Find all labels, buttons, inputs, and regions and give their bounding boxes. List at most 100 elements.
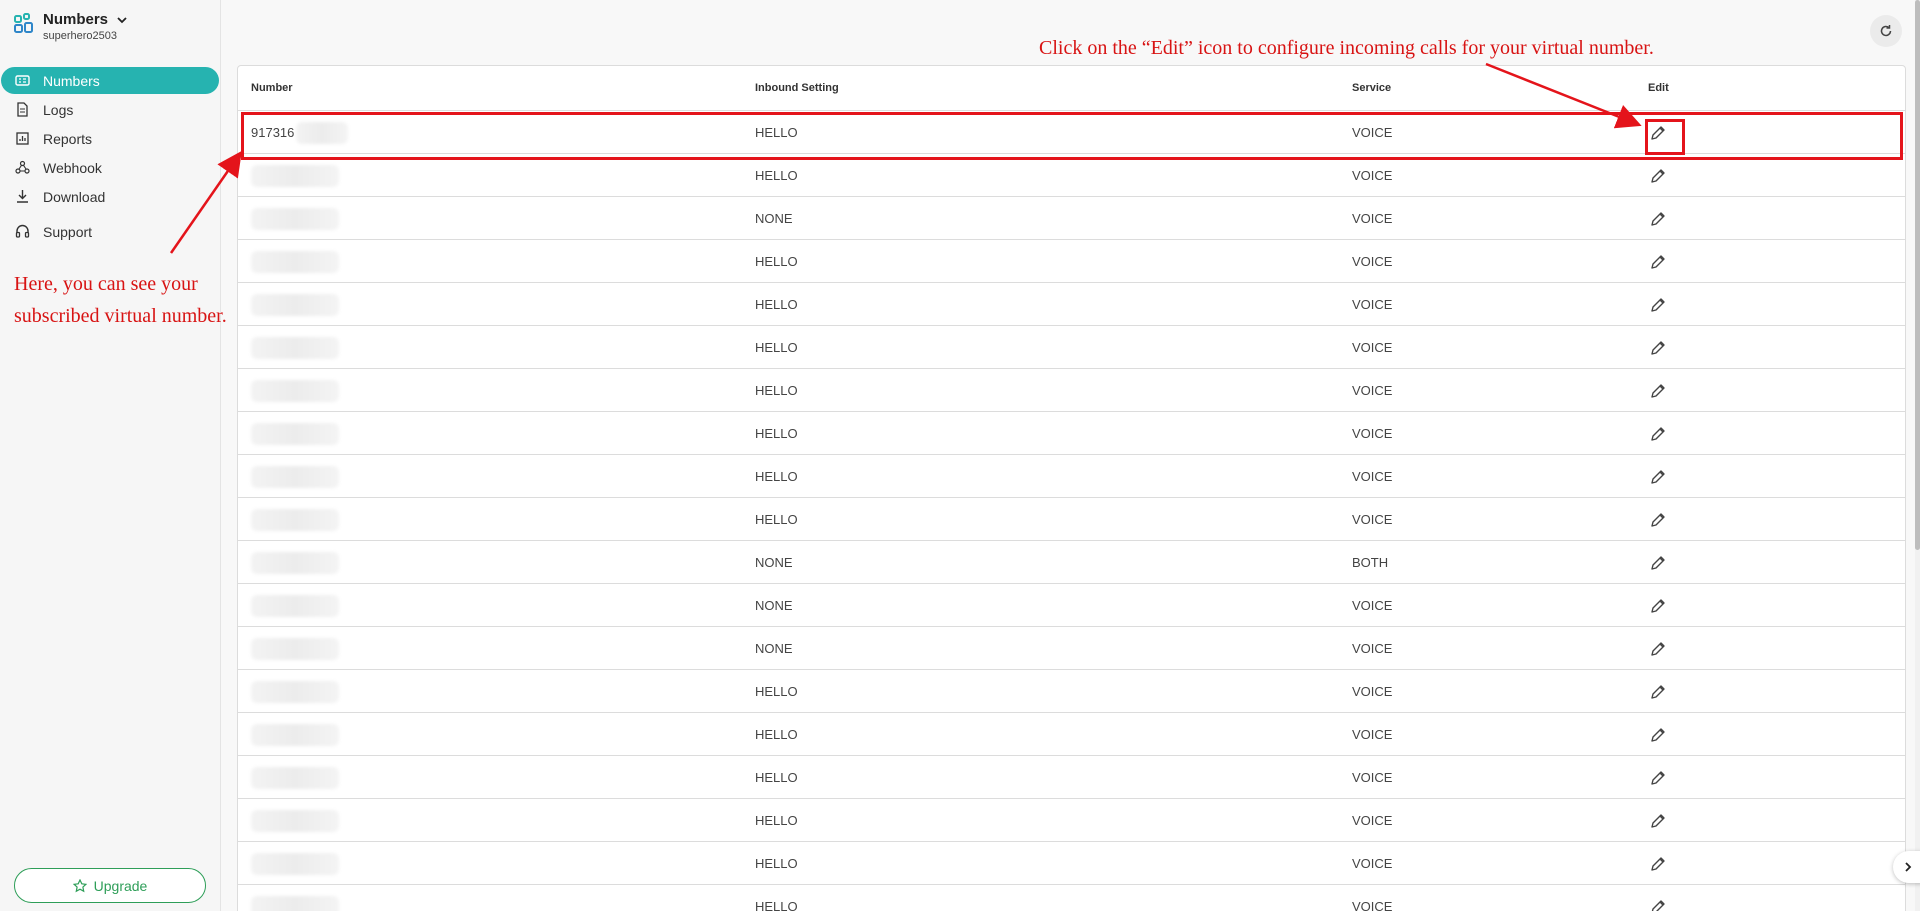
inbound-setting-cell: HELLO [755, 469, 798, 484]
sidebar-item-label: Download [43, 188, 106, 205]
brand-switcher[interactable]: Numbers superhero2503 [14, 11, 128, 42]
edit-hint-annotation: Click on the “Edit” icon to configure in… [1039, 37, 1654, 59]
edit-button[interactable] [1642, 842, 1674, 885]
service-cell: VOICE [1352, 813, 1393, 828]
table-row: HELLO VOICE [238, 240, 1905, 283]
number-cell [251, 670, 339, 713]
pencil-edit-icon [1651, 426, 1665, 441]
edit-button[interactable] [1642, 627, 1674, 670]
app-logo-icon [14, 13, 33, 33]
table-row: 917316 HELLO VOICE [238, 111, 1905, 154]
number-cell [251, 498, 339, 541]
edit-button[interactable] [1642, 111, 1674, 154]
table-row: HELLO VOICE [238, 670, 1905, 713]
sidebar-item-download[interactable]: Download [1, 183, 220, 210]
number-cell [251, 885, 339, 911]
column-header-inbound-setting: Inbound Setting [755, 82, 839, 94]
edit-button[interactable] [1642, 240, 1674, 283]
sidebar-nav: Numbers Logs Reports Webhook Download Su… [0, 67, 221, 247]
table-row: HELLO VOICE [238, 326, 1905, 369]
sidebar-item-label: Webhook [43, 159, 102, 176]
expand-panel-button[interactable] [1893, 851, 1920, 883]
pencil-edit-icon [1651, 168, 1665, 183]
pencil-edit-icon [1651, 727, 1665, 742]
edit-button[interactable] [1642, 799, 1674, 842]
service-cell: BOTH [1352, 555, 1389, 570]
table-header: Number Inbound Setting Service Edit [238, 66, 1905, 111]
table-row: HELLO VOICE [238, 713, 1905, 756]
edit-button[interactable] [1642, 541, 1674, 584]
refresh-button[interactable] [1870, 15, 1902, 47]
upgrade-button[interactable]: Upgrade [14, 868, 206, 903]
pencil-edit-icon [1651, 856, 1665, 871]
redacted-number [251, 465, 339, 488]
edit-button[interactable] [1642, 498, 1674, 541]
pencil-edit-icon [1651, 813, 1665, 828]
pencil-edit-icon [1651, 469, 1665, 484]
sidebar-item-logs[interactable]: Logs [1, 96, 220, 123]
number-cell [251, 627, 339, 670]
service-cell: VOICE [1352, 469, 1393, 484]
webhook-icon [15, 160, 30, 175]
sidebar-item-webhook[interactable]: Webhook [1, 154, 220, 181]
edit-button[interactable] [1642, 584, 1674, 627]
upgrade-label: Upgrade [93, 877, 148, 894]
inbound-setting-cell: HELLO [755, 254, 798, 269]
sidebar-item-reports[interactable]: Reports [1, 125, 220, 152]
edit-button[interactable] [1642, 412, 1674, 455]
inbound-setting-cell: HELLO [755, 899, 798, 911]
sidebar-item-support[interactable]: Support [1, 218, 220, 245]
redacted-number [251, 422, 339, 445]
pencil-edit-icon [1651, 684, 1665, 699]
number-cell [251, 455, 339, 498]
column-header-edit: Edit [1648, 82, 1669, 94]
service-cell: VOICE [1352, 254, 1393, 269]
table-row: HELLO VOICE [238, 842, 1905, 885]
brand-title: Numbers [43, 11, 109, 28]
table-row: HELLO VOICE [238, 455, 1905, 498]
redacted-number [251, 637, 339, 660]
pencil-edit-icon [1651, 555, 1665, 570]
table-row: HELLO VOICE [238, 154, 1905, 197]
table-row: HELLO VOICE [238, 498, 1905, 541]
edit-button[interactable] [1642, 670, 1674, 713]
download-icon [15, 189, 30, 204]
number-value: 917316 [251, 125, 295, 140]
inbound-setting-cell: HELLO [755, 340, 798, 355]
inbound-setting-cell: NONE [755, 641, 793, 656]
edit-button[interactable] [1642, 713, 1674, 756]
inbound-setting-cell: HELLO [755, 512, 798, 527]
pencil-edit-icon [1651, 899, 1665, 911]
numbers-table: Number Inbound Setting Service Edit 9173… [237, 65, 1906, 911]
table-row: NONE VOICE [238, 197, 1905, 240]
service-cell: VOICE [1352, 770, 1393, 785]
edit-button[interactable] [1642, 154, 1674, 197]
edit-button[interactable] [1642, 283, 1674, 326]
inbound-setting-cell: HELLO [755, 727, 798, 742]
number-cell [251, 799, 339, 842]
number-cell [251, 412, 339, 455]
inbound-setting-cell: HELLO [755, 770, 798, 785]
scrollbar-thumb[interactable] [1915, 0, 1920, 550]
service-cell: VOICE [1352, 168, 1393, 183]
service-cell: VOICE [1352, 727, 1393, 742]
edit-button[interactable] [1642, 197, 1674, 240]
number-cell [251, 756, 339, 799]
edit-button[interactable] [1642, 369, 1674, 412]
pencil-edit-icon [1651, 512, 1665, 527]
number-cell [251, 197, 339, 240]
chevron-down-icon [117, 16, 127, 23]
number-cell [251, 240, 339, 283]
service-cell: VOICE [1352, 125, 1393, 140]
sidebar-item-numbers[interactable]: Numbers [1, 67, 219, 94]
edit-button[interactable] [1642, 756, 1674, 799]
edit-button[interactable] [1642, 455, 1674, 498]
edit-button[interactable] [1642, 326, 1674, 369]
sidebar-item-label: Reports [43, 130, 93, 147]
redacted-number [251, 594, 339, 617]
inbound-setting-cell: HELLO [755, 813, 798, 828]
edit-button[interactable] [1642, 885, 1674, 911]
redacted-number [251, 723, 339, 746]
redacted-number [296, 121, 349, 144]
redacted-number [251, 852, 339, 875]
